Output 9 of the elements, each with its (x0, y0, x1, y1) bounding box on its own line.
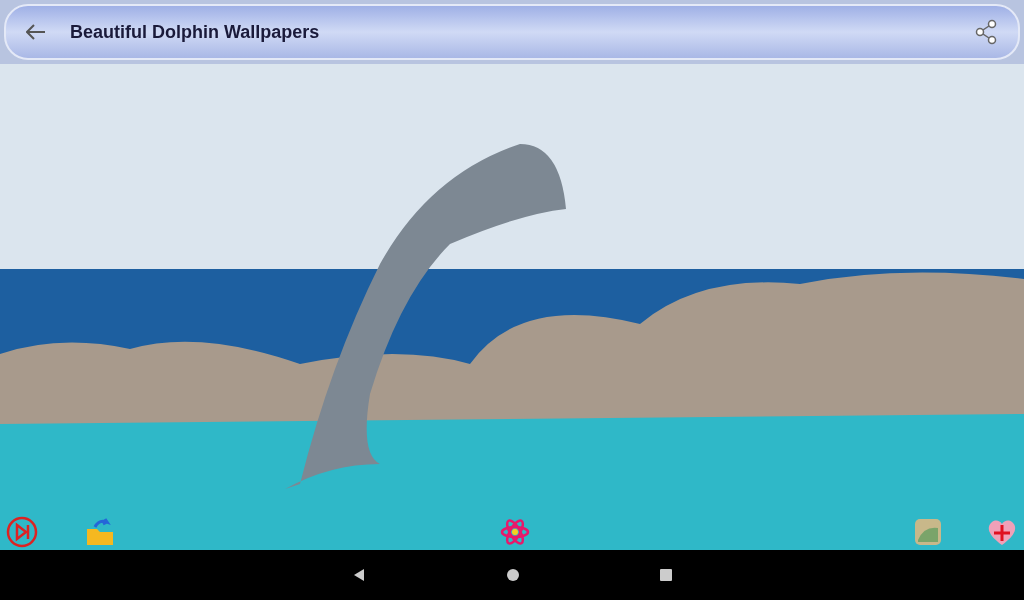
back-icon[interactable] (352, 568, 366, 582)
folder-icon[interactable] (85, 516, 115, 547)
atom-icon[interactable] (499, 516, 530, 547)
app-title: Beautiful Dolphin Wallpapers (70, 20, 320, 44)
play-next-icon[interactable] (6, 515, 38, 548)
recents-icon[interactable] (660, 569, 672, 581)
back-icon[interactable] (26, 24, 46, 40)
home-icon[interactable] (506, 568, 520, 582)
share-icon[interactable] (974, 19, 998, 45)
